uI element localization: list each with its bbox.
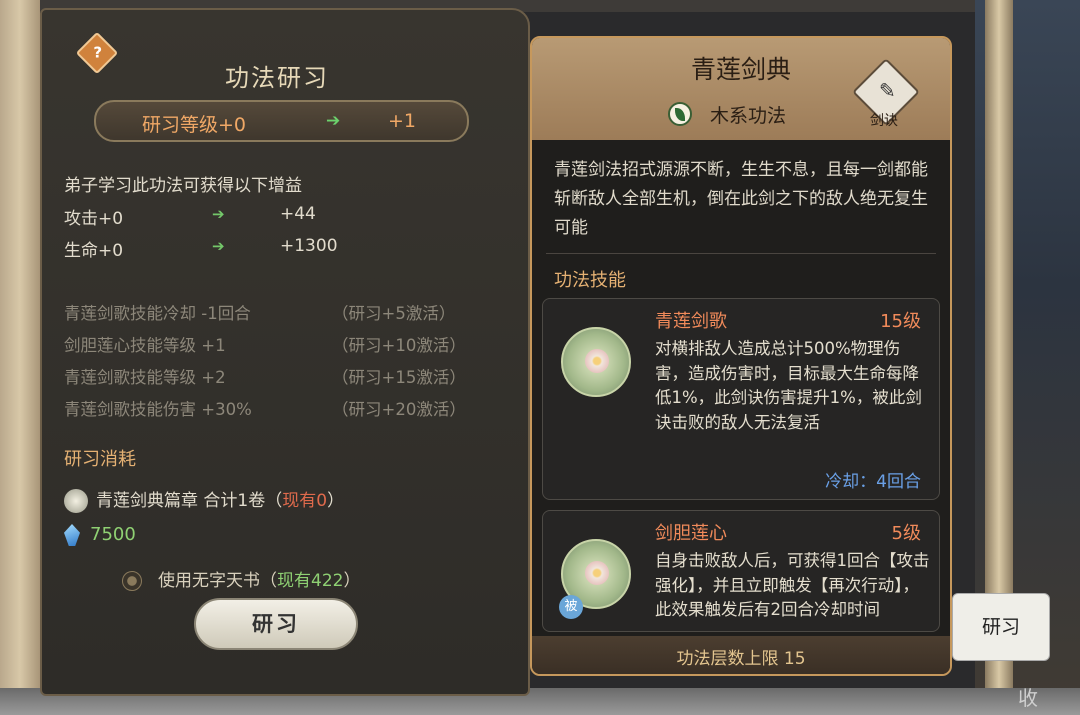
bonus-name: 青莲剑歌技能冷却 -1回合 — [64, 304, 251, 323]
bonus-row: 青莲剑歌技能伤害 +30% （研习+20激活） — [64, 396, 504, 420]
bonus-name: 剑胆莲心技能等级 +1 — [64, 336, 226, 355]
stat-name: 生命+0 — [64, 241, 124, 261]
bonus-row: 青莲剑歌技能冷却 -1回合 （研习+5激活） — [64, 300, 504, 324]
sword-skill-label: 剑诀 — [870, 113, 898, 129]
stone-amount: 7500 — [90, 524, 136, 545]
study-level-banner: 研习等级+0 ➔ +1 — [94, 100, 469, 142]
use-book-option[interactable]: 使用无字天书（现有422） — [122, 566, 360, 591]
wood-element-icon — [668, 102, 692, 126]
chapter-item-icon — [64, 489, 88, 513]
skill-cooldown: 冷却：4回合 — [825, 472, 921, 492]
use-book-radio[interactable] — [122, 571, 142, 591]
passive-tag: 被 — [559, 595, 583, 619]
arrow-right-icon: ➔ — [212, 205, 225, 223]
divider — [546, 253, 936, 254]
left-scroll-edge — [0, 0, 40, 715]
use-book-label: 使用无字天书（ — [158, 571, 277, 591]
cost-item-owned: 现有0 — [282, 491, 328, 511]
bonus-row: 剑胆莲心技能等级 +1 （研习+10激活） — [64, 332, 504, 356]
page-title: 功法研习 — [225, 64, 329, 92]
lotus-skill-icon — [561, 327, 631, 397]
skill-card[interactable]: 青莲剑歌 15级 对横排敌人造成总计500%物理伤害，造成伤害时，目标最大生命每… — [542, 298, 940, 500]
skill-name: 剑胆莲心 — [655, 523, 727, 544]
technique-header: 青莲剑典 木系功法 ✎ 剑诀 — [532, 38, 950, 140]
skill-level: 5级 — [891, 523, 921, 544]
skill-card[interactable]: 被 剑胆莲心 5级 自身击败敌人后，可获得1回合【攻击强化】，并且立即触发【再次… — [542, 510, 940, 632]
cost-item-text: 青莲剑典篇章 合计1卷（ — [96, 491, 283, 511]
stat-value: +1300 — [280, 236, 338, 256]
stat-row-hp: 生命+0 ➔ +1300 — [64, 236, 484, 261]
layer-limit-footer: 功法层数上限 15 — [532, 636, 950, 674]
side-study-button[interactable]: 研习 — [952, 593, 1050, 661]
bonus-name: 青莲剑歌技能等级 +2 — [64, 368, 226, 387]
skill-level: 15级 — [880, 311, 921, 332]
bonus-row: 青莲剑歌技能等级 +2 （研习+15激活） — [64, 364, 504, 388]
spirit-stone-icon — [64, 524, 80, 546]
stat-name: 攻击+0 — [64, 209, 124, 229]
technique-element: 木系功法 — [710, 105, 787, 127]
skill-name: 青莲剑歌 — [655, 311, 727, 332]
study-button[interactable]: 研习 — [194, 598, 358, 650]
layer-limit-text: 功法层数上限 15 — [676, 649, 806, 669]
book-owned: 现有422 — [277, 571, 344, 591]
skill-description: 对横排敌人造成总计500%物理伤害，造成伤害时，目标最大生命每降低1%，此剑诀伤… — [655, 339, 922, 432]
arrow-right-icon: ➔ — [326, 111, 341, 131]
stone-cost-row: 7500 — [64, 524, 136, 546]
cost-item-row: 青莲剑典篇章 合计1卷（现有0） — [64, 486, 344, 513]
bonus-condition: （研习+5激活） — [332, 304, 456, 323]
bonus-condition: （研习+10激活） — [332, 336, 466, 355]
gain-heading: 弟子学习此功法可获得以下增益 — [64, 176, 302, 196]
skill-description: 自身击败敌人后，可获得1回合【攻击强化】，并且立即触发【再次行动】，此效果触发后… — [655, 551, 930, 619]
study-level-current: 研习等级+0 — [142, 114, 247, 136]
stat-row-attack: 攻击+0 ➔ +44 — [64, 204, 484, 229]
book-close: ） — [343, 571, 361, 591]
skills-title: 功法技能 — [554, 270, 626, 291]
bonus-name: 青莲剑歌技能伤害 +30% — [64, 400, 252, 419]
cost-title: 研习消耗 — [64, 449, 136, 470]
cost-item-close: ） — [327, 491, 345, 511]
technique-description: 青莲剑法招式源源不断，生生不息，且每一剑都能斩断敌人全部生机，倒在此剑之下的敌人… — [554, 160, 928, 238]
arrow-right-icon: ➔ — [212, 237, 225, 255]
technique-detail-panel: 青莲剑典 木系功法 ✎ 剑诀 青莲剑法招式源源不断，生生不息，且每一剑都能斩断敌… — [530, 36, 952, 676]
stat-value: +44 — [280, 204, 316, 224]
collect-button[interactable]: 收 — [1018, 682, 1038, 711]
bonus-condition: （研习+15激活） — [332, 368, 466, 387]
study-page: ? 功法研习 研习等级+0 ➔ +1 弟子学习此功法可获得以下增益 攻击+0 ➔… — [40, 8, 530, 696]
study-level-next: +1 — [388, 110, 417, 132]
bonus-condition: （研习+20激活） — [332, 400, 466, 419]
